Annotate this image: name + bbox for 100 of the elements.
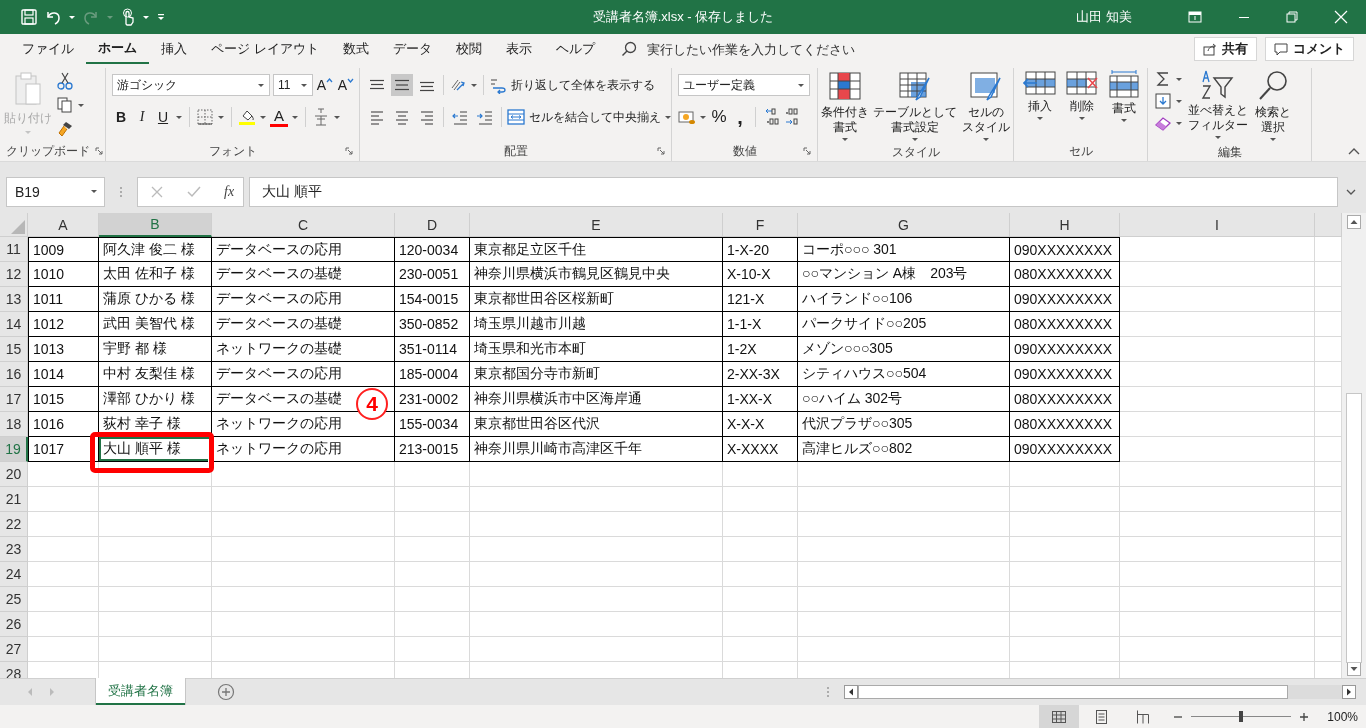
caret-icon[interactable]	[300, 81, 308, 89]
cell-styles-button[interactable]: セルの スタイル	[960, 68, 1011, 143]
increase-font-button[interactable]: A	[316, 74, 334, 96]
share-button[interactable]: 共有	[1194, 37, 1257, 61]
scroll-up-icon[interactable]	[1347, 215, 1361, 229]
scroll-thumb[interactable]	[1346, 393, 1362, 663]
caret-icon[interactable]	[291, 113, 299, 121]
caret-icon[interactable]	[1120, 117, 1128, 124]
column-header[interactable]: D	[395, 213, 470, 237]
row-header[interactable]: 18	[0, 412, 28, 437]
row-header[interactable]: 24	[0, 562, 28, 587]
fill-color-icon[interactable]	[238, 108, 256, 126]
insert-function-button[interactable]: fx	[224, 183, 235, 200]
tell-me-field[interactable]: 実行したい作業を入力してください	[620, 40, 885, 58]
caret-icon[interactable]	[1269, 136, 1277, 143]
row-header[interactable]: 12	[0, 262, 28, 287]
caret-icon[interactable]	[797, 81, 805, 89]
horizontal-scrollbar[interactable]	[844, 684, 1356, 700]
caret-icon[interactable]	[1214, 134, 1222, 141]
accounting-format-icon[interactable]	[678, 108, 696, 126]
row-header[interactable]: 27	[0, 637, 28, 662]
ribbon-tab[interactable]: データ	[380, 34, 444, 64]
normal-view-button[interactable]	[1039, 705, 1080, 728]
caret-icon[interactable]	[333, 113, 341, 121]
font-name-dropdown[interactable]: 游ゴシック	[112, 74, 270, 96]
row-header[interactable]: 21	[0, 487, 28, 512]
ribbon-tab[interactable]: 数式	[330, 34, 381, 64]
dialog-launcher-icon[interactable]	[345, 147, 353, 155]
sort-filter-button[interactable]: 並べ替えと フィルター	[1187, 68, 1249, 141]
caret-icon[interactable]	[1036, 115, 1044, 122]
format-button[interactable]: 書式	[1104, 68, 1144, 124]
formula-field[interactable]: 大山 順平	[249, 176, 1338, 207]
dialog-launcher-icon[interactable]	[657, 147, 665, 155]
caret-icon[interactable]	[699, 113, 707, 121]
format-painter-icon[interactable]	[56, 120, 74, 138]
italic-button[interactable]: I	[133, 106, 151, 128]
caret-icon[interactable]	[77, 101, 85, 109]
insert-button[interactable]: 挿入	[1020, 68, 1060, 122]
scissors-icon[interactable]	[56, 72, 74, 90]
hand-pointer-icon[interactable]	[120, 8, 136, 26]
phonetic-guide-icon[interactable]	[312, 108, 330, 126]
scroll-left-icon[interactable]	[844, 685, 858, 699]
underline-button[interactable]: U	[154, 106, 172, 128]
caret-icon[interactable]	[1078, 115, 1086, 122]
scroll-right-icon[interactable]	[1342, 685, 1356, 699]
slider-thumb[interactable]	[1239, 711, 1244, 722]
comment-button[interactable]: コメント	[1265, 37, 1354, 61]
caret-icon[interactable]	[1175, 119, 1183, 127]
expand-formula-icon[interactable]	[1346, 187, 1356, 196]
row-header[interactable]: 14	[0, 312, 28, 337]
column-header[interactable]: B	[99, 213, 212, 237]
row-header[interactable]: 19	[0, 437, 28, 462]
percent-style-button[interactable]: %	[710, 106, 728, 128]
ribbon-tab[interactable]: 表示	[493, 34, 544, 64]
row-header[interactable]: 17	[0, 387, 28, 412]
enter-check-icon[interactable]	[186, 184, 202, 199]
row-header[interactable]: 13	[0, 287, 28, 312]
font-size-dropdown[interactable]: 11	[273, 74, 313, 96]
row-header[interactable]: 25	[0, 587, 28, 612]
ribbon-tab[interactable]: ページ レイアウト	[199, 34, 331, 64]
ribbon-tab[interactable]: ヘルプ	[543, 34, 607, 64]
zoom-in-icon[interactable]	[1299, 711, 1310, 722]
row-header[interactable]: 11	[0, 237, 28, 262]
caret-icon[interactable]	[841, 136, 850, 143]
caret-icon[interactable]	[981, 136, 990, 143]
column-header[interactable]: G	[798, 213, 1010, 237]
caret-icon[interactable]	[470, 81, 478, 89]
column-header[interactable]: C	[212, 213, 395, 237]
zoom-level[interactable]: 100%	[1327, 709, 1358, 724]
row-header[interactable]: 23	[0, 537, 28, 562]
caret-icon[interactable]	[664, 113, 672, 121]
conditional-format-button[interactable]: 条件付き 書式	[820, 68, 871, 143]
find-select-button[interactable]: 検索と 選択	[1253, 68, 1293, 143]
caret-icon[interactable]	[142, 13, 150, 21]
comma-style-button[interactable]: ,	[731, 106, 749, 128]
caret-icon[interactable]	[1175, 75, 1183, 83]
row-header[interactable]: 22	[0, 512, 28, 537]
sheet-tab[interactable]: 受講者名簿	[96, 678, 185, 705]
add-sheet-icon[interactable]	[217, 683, 235, 701]
column-header[interactable]: I	[1120, 213, 1315, 237]
save-icon[interactable]	[20, 8, 38, 26]
decrease-font-button[interactable]: A	[337, 74, 355, 96]
format-as-table-button[interactable]: テーブルとして 書式設定	[872, 68, 959, 143]
caret-icon[interactable]	[911, 136, 920, 143]
row-header[interactable]: 26	[0, 612, 28, 637]
row-header[interactable]: 20	[0, 462, 28, 487]
fill-down-icon[interactable]	[1154, 92, 1172, 110]
restore-icon[interactable]	[1286, 11, 1298, 23]
ribbon-tab[interactable]: 挿入	[149, 34, 199, 64]
column-header[interactable]: A	[28, 213, 99, 237]
decrease-decimal-icon[interactable]	[783, 108, 801, 126]
merge-center-button[interactable]: セルを結合して中央揃え	[507, 106, 661, 128]
drag-handle-icon[interactable]	[119, 184, 123, 199]
close-icon[interactable]	[1334, 10, 1348, 24]
ribbon-tab[interactable]: 校閲	[443, 34, 494, 64]
wrap-text-button[interactable]: 折り返して全体を表示する	[489, 74, 655, 96]
dialog-launcher-icon[interactable]	[95, 147, 103, 155]
dialog-launcher-icon[interactable]	[803, 147, 811, 155]
row-header[interactable]: 16	[0, 362, 28, 387]
delete-button[interactable]: 削除	[1062, 68, 1102, 122]
